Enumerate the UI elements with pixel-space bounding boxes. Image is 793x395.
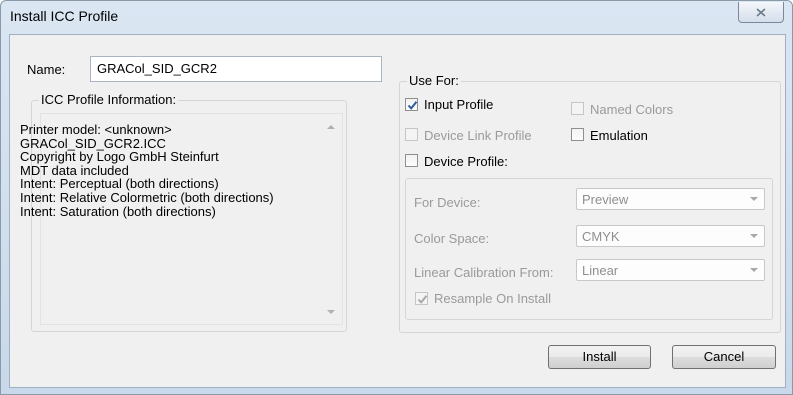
info-line: GRACol_SID_GCR2.ICC [20,135,166,151]
resample-checkbox[interactable] [415,292,428,305]
checkmark-icon [417,295,428,304]
cancel-button[interactable]: Cancel [672,345,776,369]
input-profile-label: Input Profile [424,97,494,112]
info-line: Printer model: <unknown> [20,122,172,137]
profile-info-legend: ICC Profile Information: [39,92,179,107]
info-line: Copyright by Logo GmbH Steinfurt [20,149,219,165]
close-icon [756,7,766,17]
chevron-down-icon [750,197,758,201]
info-line: MDT data included [20,162,129,178]
device-profile-label: Device Profile: [424,154,508,169]
name-input[interactable]: GRACol_SID_GCR2 [90,56,382,82]
name-input-value: GRACol_SID_GCR2 [97,61,217,76]
linear-calibration-label: Linear Calibration From: [414,265,554,280]
for-device-select[interactable]: Preview [576,188,765,210]
install-icc-profile-dialog: Install ICC Profile Name: GRACol_SID_GCR… [0,0,793,395]
color-space-select[interactable]: CMYK [576,225,765,247]
chevron-down-icon [750,234,758,238]
device-profile-checkbox[interactable] [405,154,418,167]
resample-label: Resample On Install [434,291,552,306]
emulation-checkbox[interactable] [571,128,584,141]
scroll-up-arrow-icon[interactable] [327,125,335,129]
info-line: Intent: Relative Colormetric (both direc… [20,189,274,205]
linear-calibration-select[interactable]: Linear [576,259,765,281]
named-colors-checkbox[interactable] [571,102,584,115]
title-bar[interactable]: Install ICC Profile [1,1,792,33]
install-button[interactable]: Install [548,345,651,369]
window-title: Install ICC Profile [10,8,119,24]
named-colors-label: Named Colors [590,102,674,117]
checkmark-icon [407,101,418,110]
for-device-label: For Device: [414,195,481,210]
color-space-value: CMYK [582,229,620,244]
dialog-body: Name: GRACol_SID_GCR2 ICC Profile Inform… [9,34,786,388]
emulation-label: Emulation [590,128,648,143]
chevron-down-icon [750,268,758,272]
profile-info-text: Printer model: <unknown> GRACol_SID_GCR2… [20,123,320,218]
linear-calibration-value: Linear [582,263,619,278]
scroll-down-arrow-icon[interactable] [327,310,335,314]
name-label: Name: [27,62,66,77]
input-profile-checkbox[interactable] [405,98,418,111]
color-space-label: Color Space: [414,231,490,246]
close-button[interactable] [738,2,784,23]
info-line: Intent: Saturation (both directions) [20,203,216,219]
device-link-profile-label: Device Link Profile [424,128,532,143]
info-line: Intent: Perceptual (both directions) [20,176,219,192]
use-for-legend: Use For: [407,73,461,88]
profile-info-scrollbar[interactable] [323,116,340,322]
for-device-value: Preview [582,192,629,207]
device-link-profile-checkbox[interactable] [405,128,418,141]
